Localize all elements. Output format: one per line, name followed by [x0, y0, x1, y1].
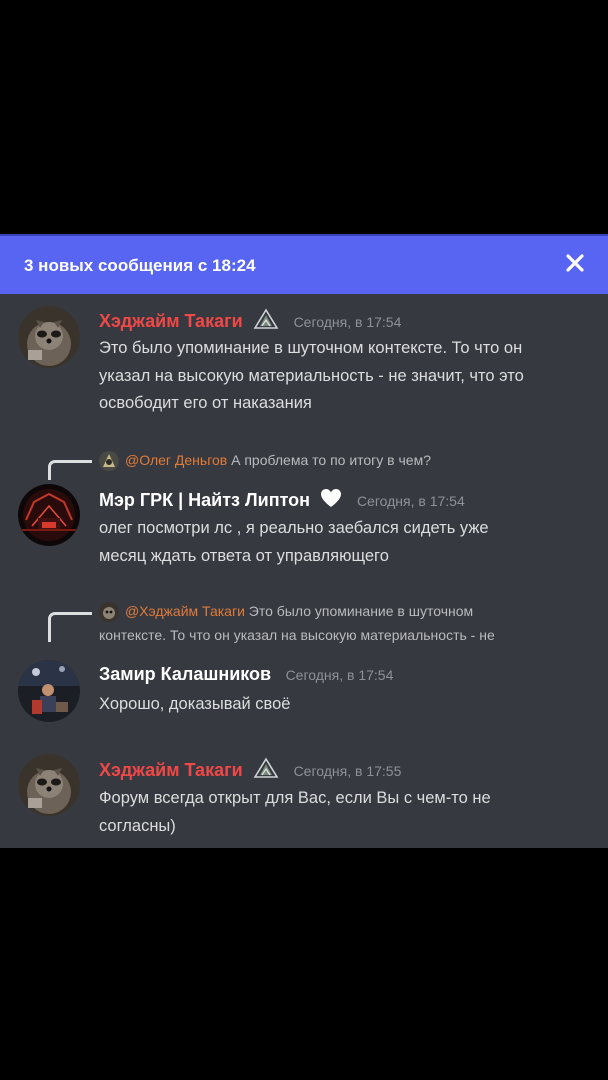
avatar[interactable] — [18, 754, 80, 816]
reply-mention[interactable]: @Олег Деньгов — [125, 452, 227, 468]
avatar[interactable] — [18, 660, 80, 722]
reply-mention[interactable]: @Хэджайм Такаги — [125, 603, 245, 619]
message-line: Это было упоминание в шуточном контексте… — [99, 339, 523, 357]
reply-connector — [48, 612, 92, 642]
reply-preview[interactable]: @Олег Деньгов А проблема то по итогу в ч… — [99, 448, 569, 472]
avatar[interactable] — [18, 306, 80, 368]
timestamp: Сегодня, в 17:54 — [293, 313, 402, 330]
message-line: согласны) — [99, 816, 176, 835]
new-messages-text: 3 новых сообщения с 18:24 — [24, 256, 256, 275]
message-content: олег посмотри лс , я реально заебался си… — [99, 515, 594, 570]
reply-preview[interactable]: @Хэджайм Такаги Это было упоминание в шу… — [99, 599, 569, 647]
username[interactable]: Хэджайм Такаги — [99, 760, 243, 780]
message-line: месяц ждать ответа от управляющего — [99, 546, 389, 565]
reply-connector — [48, 460, 92, 480]
message-content: Форум всегда открыт для Вас, если Вы с ч… — [99, 785, 594, 840]
message-content: Это было упоминание в шуточном контексте… — [99, 335, 594, 418]
reply-avatar — [99, 602, 119, 623]
avatar[interactable] — [18, 484, 80, 546]
message-header: Хэджайм Такаги Сегодня, в 17:54 — [99, 308, 401, 332]
new-messages-banner[interactable]: 3 новых сообщения с 18:24 — [0, 234, 608, 294]
username[interactable]: Мэр ГРК | Найтз Липтон — [99, 490, 310, 510]
message-line: указал на высокую материальность - не зн… — [99, 366, 524, 385]
triangle-badge-icon — [253, 308, 279, 335]
reply-text: контексте. То что он указал на высокую м… — [99, 627, 495, 643]
white-heart-icon — [320, 488, 342, 513]
timestamp: Сегодня, в 17:55 — [293, 762, 402, 779]
timestamp: Сегодня, в 17:54 — [356, 492, 465, 509]
message-header: Замир Калашников Сегодня, в 17:54 — [99, 664, 393, 688]
message-line: Хорошо, доказывай своё — [99, 695, 291, 713]
username[interactable]: Замир Калашников — [99, 664, 271, 684]
reply-text: А проблема то по итогу в чем? — [231, 452, 431, 468]
message-header: Хэджайм Такаги Сегодня, в 17:55 — [99, 757, 401, 781]
close-icon[interactable] — [562, 250, 588, 276]
message-line: освободит его от наказания — [99, 394, 312, 412]
message-content: Хорошо, доказывай своё — [99, 691, 594, 719]
message-line: Форум всегда открыт для Вас, если Вы с ч… — [99, 789, 491, 807]
timestamp: Сегодня, в 17:54 — [285, 666, 394, 683]
message-header: Мэр ГРК | Найтз Липтон Сегодня, в 17:54 — [99, 488, 465, 512]
reply-text: Это было упоминание в шуточном — [248, 603, 474, 619]
message-line: олег посмотри лс , я реально заебался си… — [99, 519, 489, 537]
username[interactable]: Хэджайм Такаги — [99, 311, 243, 331]
reply-avatar — [99, 451, 119, 472]
chat-panel: 3 новых сообщения с 18:24 Хэджайм Такаги — [0, 234, 608, 848]
triangle-badge-icon — [253, 757, 279, 784]
